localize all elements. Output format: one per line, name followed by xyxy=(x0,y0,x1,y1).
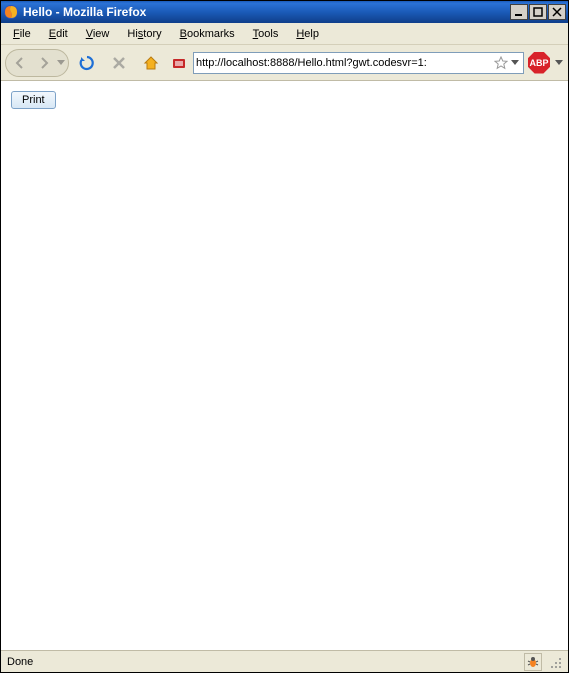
maximize-button[interactable] xyxy=(529,4,547,20)
menu-view[interactable]: View xyxy=(78,26,118,42)
firefox-icon xyxy=(3,4,19,20)
nav-history-dropdown[interactable] xyxy=(56,60,66,66)
page-content: Print xyxy=(1,81,568,650)
menu-file[interactable]: File xyxy=(5,26,39,42)
nav-group xyxy=(5,49,69,77)
forward-button[interactable] xyxy=(32,51,56,75)
titlebar: Hello - Mozilla Firefox xyxy=(1,1,568,23)
menu-bookmarks[interactable]: Bookmarks xyxy=(172,26,243,42)
back-button[interactable] xyxy=(8,51,32,75)
menubar: File Edit View History Bookmarks Tools H… xyxy=(1,23,568,45)
resize-grip[interactable] xyxy=(548,655,562,669)
stop-button[interactable] xyxy=(105,49,133,77)
firebug-icon[interactable] xyxy=(524,653,542,671)
url-input[interactable] xyxy=(196,54,493,72)
minimize-button[interactable] xyxy=(510,4,528,20)
home-button[interactable] xyxy=(137,49,165,77)
adblock-icon[interactable]: ABP xyxy=(528,52,550,74)
address-bar xyxy=(193,52,524,74)
close-button[interactable] xyxy=(548,4,566,20)
toolbar: ABP xyxy=(1,45,568,81)
menu-tools[interactable]: Tools xyxy=(245,26,287,42)
adblock-label: ABP xyxy=(529,58,548,68)
window-title: Hello - Mozilla Firefox xyxy=(23,5,510,19)
status-text: Done xyxy=(7,656,518,668)
reload-button[interactable] xyxy=(73,49,101,77)
site-identity-icon[interactable] xyxy=(169,53,189,73)
adblock-dropdown[interactable] xyxy=(554,60,564,66)
statusbar: Done xyxy=(1,650,568,672)
url-dropdown[interactable] xyxy=(509,60,521,66)
menu-help[interactable]: Help xyxy=(288,26,327,42)
window-controls xyxy=(510,4,566,20)
menu-edit[interactable]: Edit xyxy=(41,26,76,42)
menu-history[interactable]: History xyxy=(119,26,169,42)
bookmark-star-icon[interactable] xyxy=(493,55,509,71)
print-button[interactable]: Print xyxy=(11,91,56,109)
address-container xyxy=(169,52,524,74)
